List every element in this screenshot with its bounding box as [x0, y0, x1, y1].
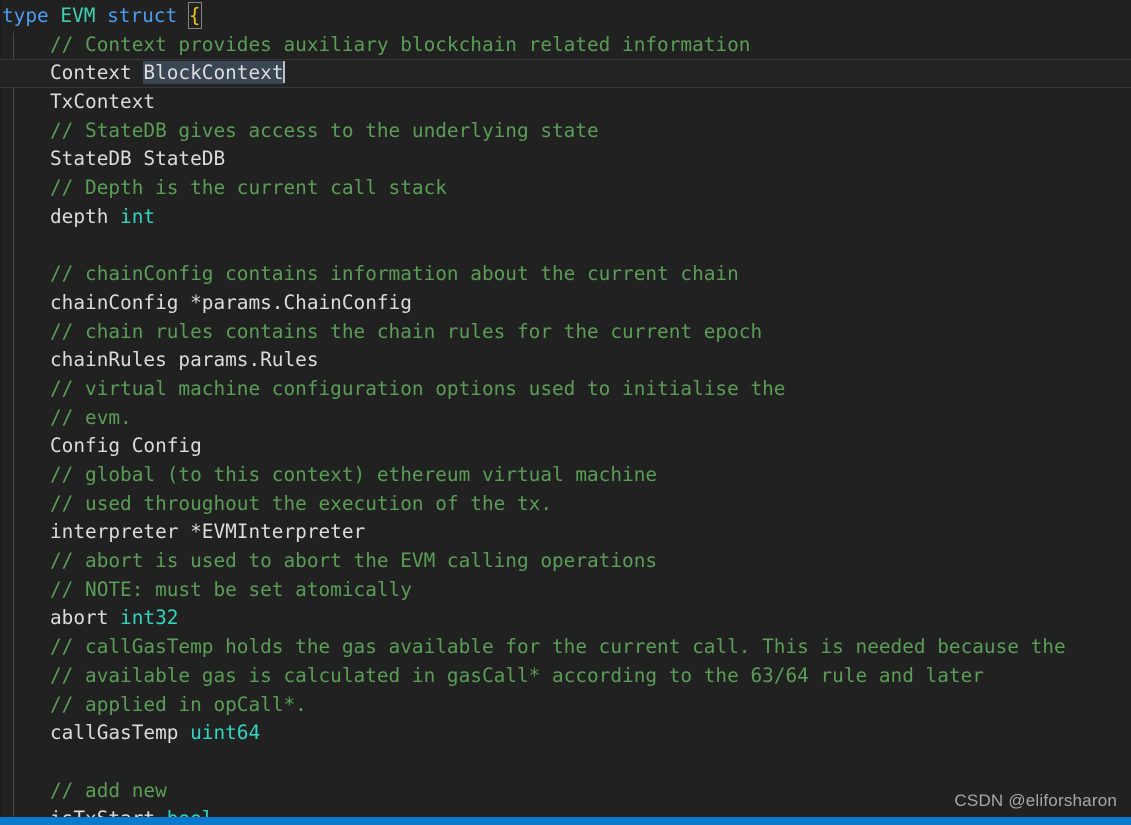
- identifier-token: StateDB StateDB: [50, 147, 226, 171]
- type-name-token: EVM: [60, 4, 96, 27]
- code-line[interactable]: chainRules params.Rules: [0, 346, 1131, 375]
- code-line[interactable]: // Depth is the current call stack: [0, 174, 1131, 203]
- code-line[interactable]: StateDB StateDB: [0, 145, 1131, 174]
- code-line[interactable]: // chain rules contains the chain rules …: [0, 318, 1131, 347]
- identifier-token: [95, 4, 107, 27]
- code-line[interactable]: // virtual machine configuration options…: [0, 375, 1131, 404]
- builtin-type-token: int32: [120, 606, 179, 630]
- code-line[interactable]: callGasTemp uint64: [0, 719, 1131, 748]
- bracket-match-token: {: [187, 2, 202, 29]
- code-line[interactable]: // add new: [0, 777, 1131, 806]
- comment-token: // StateDB gives access to the underlyin…: [50, 118, 599, 142]
- code-line[interactable]: // used throughout the execution of the …: [0, 490, 1131, 519]
- code-line[interactable]: [0, 232, 1131, 261]
- identifier-token: chainConfig *params.ChainConfig: [50, 290, 412, 314]
- code-line-current[interactable]: Context BlockContext: [0, 59, 1131, 89]
- identifier-token: TxContext: [50, 90, 156, 114]
- code-line[interactable]: // callGasTemp holds the gas available f…: [0, 633, 1131, 662]
- code-line[interactable]: depth int: [0, 203, 1131, 232]
- code-line[interactable]: Config Config: [0, 432, 1131, 461]
- code-text-area[interactable]: type EVM struct {// Context provides aux…: [0, 0, 1131, 825]
- comment-token: // add new: [50, 778, 167, 802]
- code-editor-window: type EVM struct {// Context provides aux…: [0, 0, 1131, 825]
- code-line-list[interactable]: type EVM struct {// Context provides aux…: [0, 2, 1131, 825]
- comment-token: // callGasTemp holds the gas available f…: [50, 635, 1066, 659]
- code-line[interactable]: abort int32: [0, 604, 1131, 633]
- comment-token: // Depth is the current call stack: [50, 176, 447, 200]
- comment-token: // NOTE: must be set atomically: [50, 577, 412, 601]
- identifier-token: depth: [50, 204, 121, 228]
- comment-token: // global (to this context) ethereum vir…: [50, 463, 658, 486]
- code-line[interactable]: // chainConfig contains information abou…: [0, 260, 1131, 289]
- identifier-token: [177, 4, 189, 27]
- keyword-token: type: [2, 4, 49, 27]
- code-line[interactable]: // NOTE: must be set atomically: [0, 576, 1131, 605]
- code-line[interactable]: [0, 748, 1131, 777]
- comment-token: // virtual machine configuration options…: [50, 376, 786, 400]
- code-line[interactable]: // available gas is calculated in gasCal…: [0, 662, 1131, 691]
- identifier-token: [49, 4, 61, 27]
- comment-token: // Context provides auxiliary blockchain…: [50, 32, 751, 56]
- comment-token: // chain rules contains the chain rules …: [50, 319, 763, 343]
- code-line[interactable]: TxContext: [0, 88, 1131, 117]
- code-line[interactable]: // abort is used to abort the EVM callin…: [0, 547, 1131, 576]
- status-bar[interactable]: [0, 817, 1131, 825]
- comment-token: // chainConfig contains information abou…: [50, 262, 739, 286]
- comment-token: // evm.: [50, 405, 132, 429]
- identifier-token: interpreter *EVMInterpreter: [50, 520, 366, 544]
- code-line[interactable]: // applied in opCall*.: [0, 691, 1131, 720]
- identifier-token: abort: [50, 606, 121, 630]
- identifier-token: callGasTemp: [50, 721, 191, 745]
- comment-token: // abort is used to abort the EVM callin…: [50, 549, 658, 573]
- code-line[interactable]: chainConfig *params.ChainConfig: [0, 289, 1131, 318]
- code-line[interactable]: // StateDB gives access to the underlyin…: [0, 117, 1131, 146]
- identifier-token: Context: [50, 61, 144, 85]
- builtin-type-token: int: [120, 204, 156, 228]
- code-line[interactable]: type EVM struct {: [0, 2, 1131, 31]
- code-line[interactable]: // global (to this context) ethereum vir…: [0, 461, 1131, 490]
- comment-token: // applied in opCall*.: [50, 692, 307, 716]
- selected-text: BlockContext: [143, 61, 284, 85]
- code-line[interactable]: interpreter *EVMInterpreter: [0, 518, 1131, 547]
- comment-token: // available gas is calculated in gasCal…: [50, 663, 984, 687]
- code-line[interactable]: // Context provides auxiliary blockchain…: [0, 31, 1131, 60]
- comment-token: // used throughout the execution of the …: [50, 491, 552, 515]
- text-caret: [282, 61, 285, 84]
- builtin-type-token: uint64: [190, 721, 261, 745]
- identifier-token: chainRules params.Rules: [50, 348, 319, 372]
- identifier-token: Config Config: [50, 434, 202, 458]
- keyword-token: struct: [107, 4, 178, 27]
- code-line[interactable]: // evm.: [0, 404, 1131, 433]
